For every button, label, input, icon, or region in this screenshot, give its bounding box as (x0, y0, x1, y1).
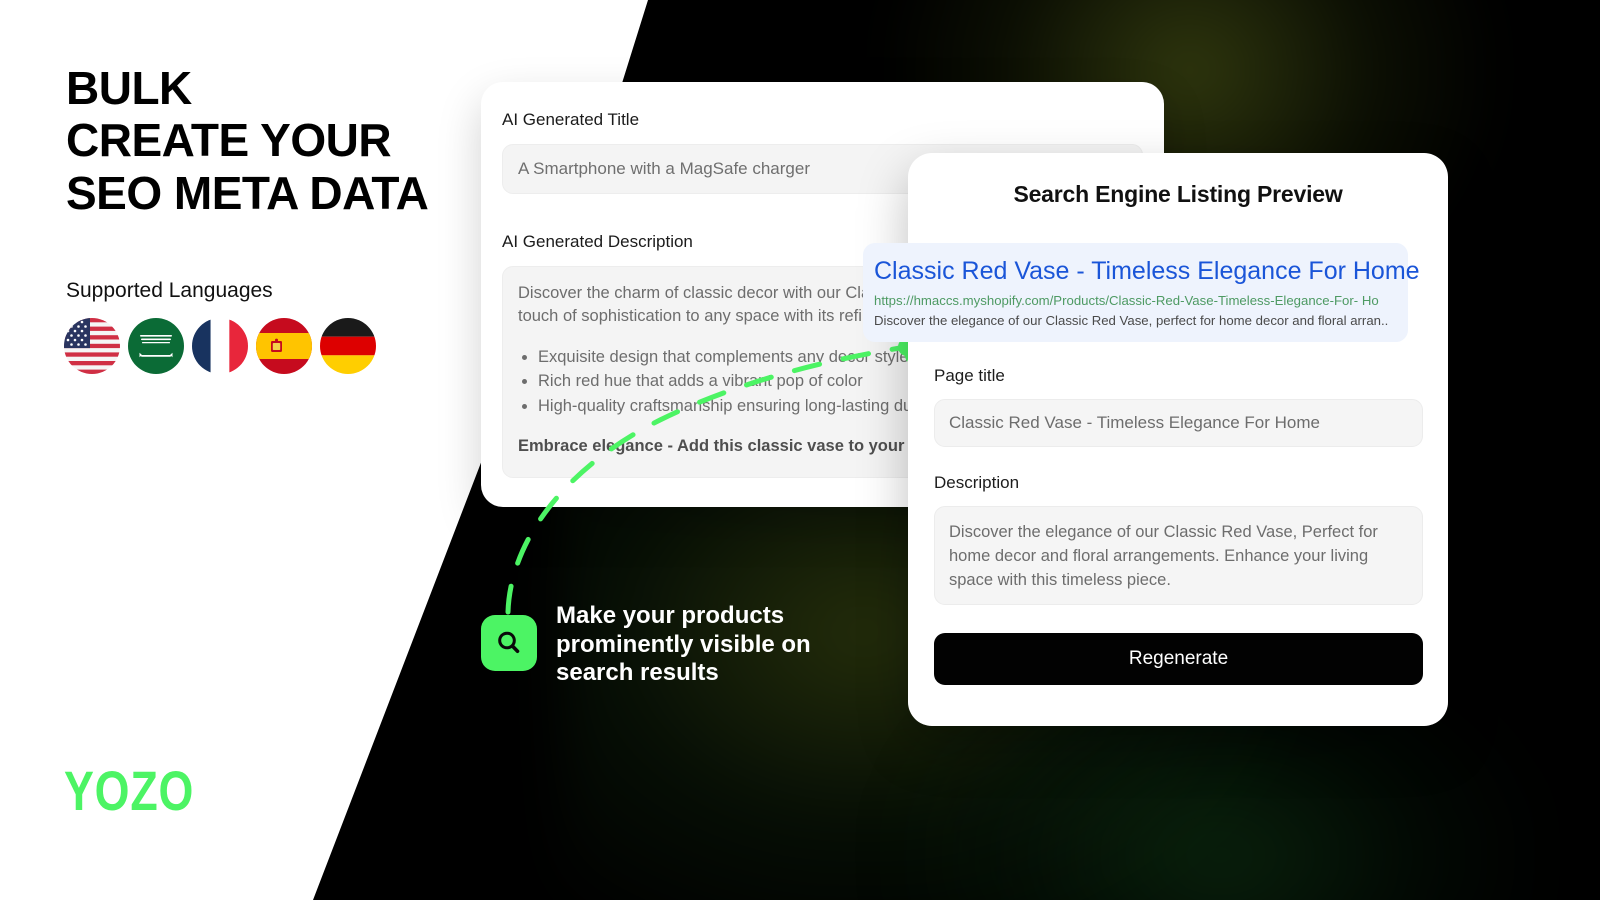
page-title-input[interactable]: Classic Red Vase - Timeless Elegance For… (934, 399, 1423, 447)
page-title-label: Page title (934, 366, 1005, 385)
saudi-arabia-flag-icon (128, 318, 184, 374)
description-textarea[interactable]: Discover the elegance of our Classic Red… (934, 506, 1423, 605)
serp-snippet: Discover the elegance of our Classic Red… (874, 312, 1389, 328)
ai-generated-title-label: AI Generated Title (502, 110, 640, 129)
united-states-flag-icon (64, 318, 120, 374)
feature-caption: Make your products prominently visible o… (556, 602, 811, 687)
seo-preview-card: Search Engine Listing Preview Classic Re… (863, 153, 1448, 726)
headline-line-3: SEO META DATA (66, 166, 429, 219)
supported-languages-flags (64, 318, 376, 374)
brand-logo: YOZO (64, 759, 195, 822)
regenerate-button[interactable]: Regenerate (934, 633, 1423, 685)
serp-link-title[interactable]: Classic Red Vase - Timeless Elegance For… (874, 257, 1420, 286)
germany-flag-icon (320, 318, 376, 374)
search-engine-listing-preview-heading: Search Engine Listing Preview (1013, 181, 1343, 207)
seo-form: Page title Classic Red Vase - Timeless E… (934, 366, 1423, 685)
headline-line-1: BULK (66, 62, 192, 114)
spain-flag-icon (256, 318, 312, 374)
poster-canvas: BULK CREATE YOUR SEO META DATA Supported… (0, 0, 1600, 900)
serp-preview-box: Classic Red Vase - Timeless Elegance For… (863, 243, 1420, 342)
description-label: Description (934, 473, 1020, 492)
serp-url: https://hmaccs.myshopify.com/Products/Cl… (874, 292, 1379, 308)
headline-line-2: CREATE YOUR (66, 114, 392, 167)
search-badge (481, 615, 537, 671)
supported-languages-label: Supported Languages (66, 279, 273, 302)
france-flag-icon (192, 318, 248, 374)
search-icon (498, 631, 520, 654)
page-title: BULK CREATE YOUR SEO META DATA (66, 62, 429, 219)
